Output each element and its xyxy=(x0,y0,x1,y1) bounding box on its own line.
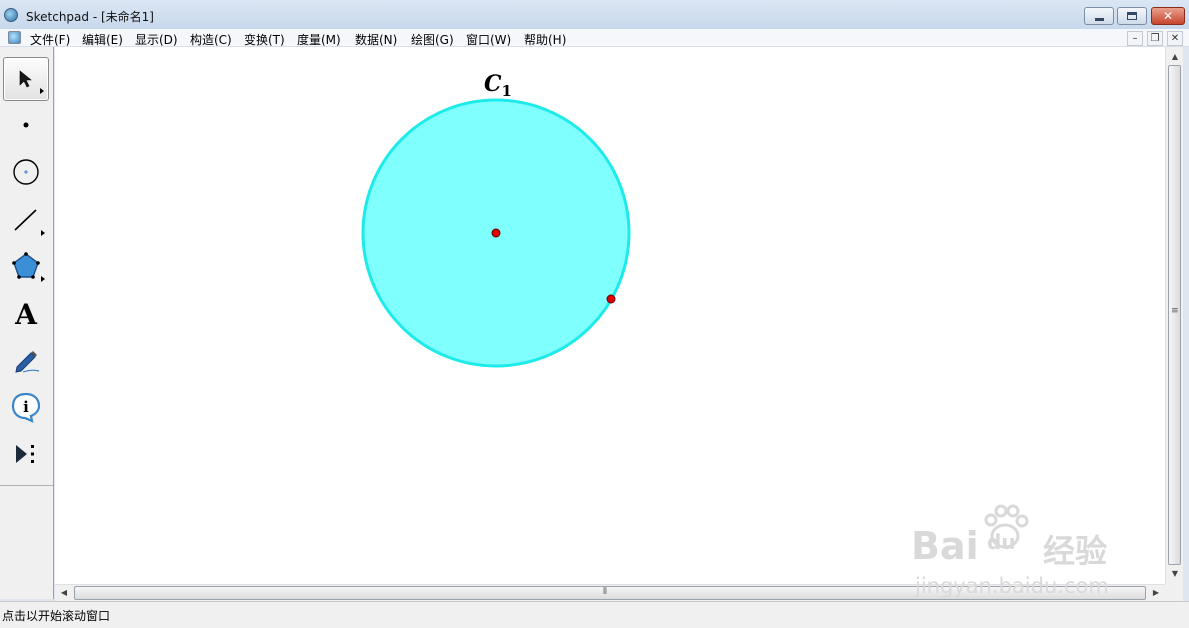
scrollbar-corner xyxy=(1165,584,1183,601)
doc-close-button[interactable]: ✕ xyxy=(1167,31,1183,46)
straightedge-tool[interactable] xyxy=(3,198,49,242)
toolbox: A i xyxy=(0,47,54,599)
vertical-scroll-thumb[interactable]: ≡ xyxy=(1168,65,1181,565)
pentagon-icon xyxy=(12,252,40,279)
window-title: Sketchpad - [未命名1] xyxy=(26,10,154,24)
center-point[interactable] xyxy=(491,228,501,238)
maximize-icon xyxy=(1127,12,1137,20)
minimize-icon xyxy=(1094,17,1104,21)
scroll-down-icon[interactable]: ▼ xyxy=(1167,566,1183,582)
circle-label-subscript: 1 xyxy=(502,82,512,100)
grip-icon: ⦀ xyxy=(603,587,607,597)
play-custom-icon xyxy=(16,445,34,463)
status-text: 点击以开始滚动窗口 xyxy=(2,609,111,623)
menu-file[interactable]: 文件(F) xyxy=(30,31,70,48)
doc-restore-button[interactable]: ❐ xyxy=(1147,31,1163,46)
menu-help[interactable]: 帮助(H) xyxy=(524,31,566,48)
close-icon: ✕ xyxy=(1162,9,1174,23)
tool-menu-arrow-icon xyxy=(41,276,45,282)
circle-label-letter: C xyxy=(484,71,502,97)
radius-point[interactable] xyxy=(606,294,616,304)
menu-number[interactable]: 数据(N) xyxy=(355,31,397,48)
close-button[interactable]: ✕ xyxy=(1151,7,1185,25)
menu-edit[interactable]: 编辑(E) xyxy=(82,31,123,48)
polygon-tool[interactable] xyxy=(3,244,49,288)
custom-tool[interactable] xyxy=(3,432,49,476)
menu-display[interactable]: 显示(D) xyxy=(135,31,178,48)
circle-icon xyxy=(13,159,39,185)
minimize-button[interactable] xyxy=(1084,7,1114,25)
menu-window[interactable]: 窗口(W) xyxy=(466,31,511,48)
text-tool[interactable]: A xyxy=(3,292,49,336)
close-icon: ✕ xyxy=(1170,33,1180,44)
information-tool[interactable]: i xyxy=(3,385,49,429)
sketchpad-app-icon[interactable] xyxy=(4,8,18,22)
vertical-scrollbar[interactable]: ▲ ≡ ▼ xyxy=(1165,47,1183,584)
horizontal-scrollbar[interactable]: ◀ ⦀ ▶ xyxy=(55,584,1165,601)
minimize-icon: – xyxy=(1132,33,1138,44)
selection-arrow-tool[interactable] xyxy=(3,57,49,101)
menu-bar: 文件(F) 编辑(E) 显示(D) 构造(C) 变换(T) 度量(M) 数据(N… xyxy=(0,29,1189,47)
circle-label[interactable]: C1 xyxy=(484,71,512,100)
sketch-canvas[interactable]: C1 xyxy=(55,47,1165,584)
scroll-right-icon[interactable]: ▶ xyxy=(1148,585,1164,601)
menu-transform[interactable]: 变换(T) xyxy=(244,31,285,48)
point-icon xyxy=(23,122,29,128)
restore-icon: ❐ xyxy=(1150,33,1160,44)
info-icon: i xyxy=(11,392,41,423)
tool-menu-arrow-icon xyxy=(40,88,44,94)
tool-menu-arrow-icon xyxy=(41,230,45,236)
segment-icon xyxy=(14,209,37,231)
menu-measure[interactable]: 度量(M) xyxy=(297,31,341,48)
marker-tool[interactable] xyxy=(3,338,49,382)
canvas-drawing: C1 xyxy=(361,71,631,368)
pen-icon xyxy=(15,351,40,373)
menu-graph[interactable]: 绘图(G) xyxy=(411,31,454,48)
doc-minimize-button[interactable]: – xyxy=(1127,31,1143,46)
document-icon[interactable] xyxy=(8,31,21,44)
menu-construct[interactable]: 构造(C) xyxy=(190,31,232,48)
text-a-icon: A xyxy=(15,297,37,331)
title-bar: Sketchpad - [未命名1] ✕ xyxy=(0,0,1189,30)
point-tool[interactable] xyxy=(3,103,49,147)
scroll-up-icon[interactable]: ▲ xyxy=(1167,49,1183,65)
toolbox-divider xyxy=(0,485,53,486)
grip-icon: ≡ xyxy=(1171,306,1179,316)
horizontal-scroll-thumb[interactable]: ⦀ xyxy=(74,586,1146,600)
scroll-left-icon[interactable]: ◀ xyxy=(56,585,72,601)
arrow-cursor-icon xyxy=(19,70,32,88)
svg-text:i: i xyxy=(23,398,29,416)
maximize-button[interactable] xyxy=(1117,7,1147,25)
status-bar: 点击以开始滚动窗口 xyxy=(0,601,1189,628)
compass-tool[interactable] xyxy=(3,150,49,194)
